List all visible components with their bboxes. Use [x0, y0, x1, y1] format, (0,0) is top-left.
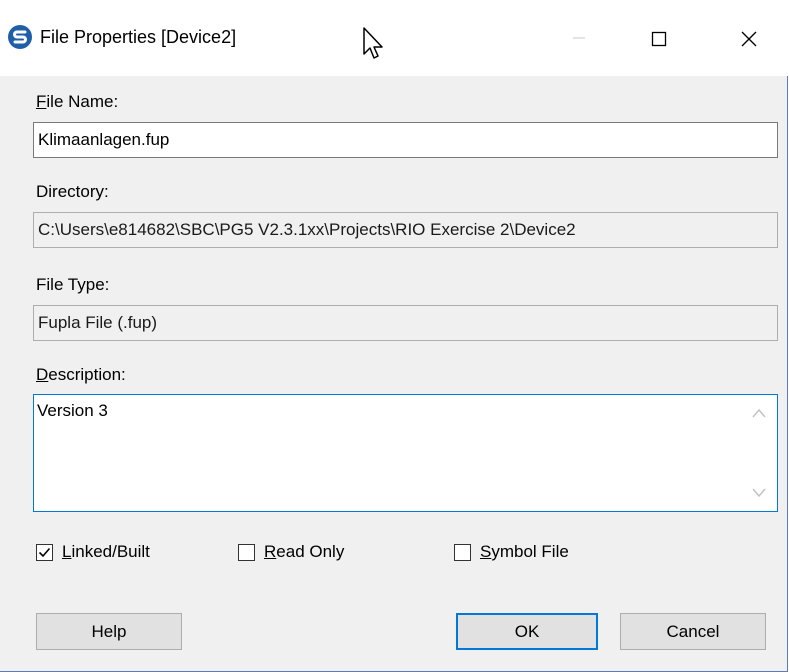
checkmark-icon: [38, 547, 51, 558]
maximize-icon: [651, 31, 667, 47]
description-scrollbar[interactable]: [741, 395, 777, 511]
checkbox-box[interactable]: [238, 544, 255, 561]
checkbox-label[interactable]: Read Only: [264, 542, 344, 562]
description-text[interactable]: Version 3: [37, 401, 108, 421]
title-bar[interactable]: File Properties [Device2]: [0, 0, 788, 76]
description-label: Description:: [36, 365, 126, 384]
checkbox-label[interactable]: Symbol File: [480, 542, 569, 562]
checkbox-box[interactable]: [454, 544, 471, 561]
scroll-down-icon[interactable]: [751, 487, 767, 499]
directory-field: C:\Users\e814682\SBC\PG5 V2.3.1xx\Projec…: [33, 212, 778, 248]
scroll-up-icon[interactable]: [751, 407, 767, 419]
cancel-button[interactable]: Cancel: [620, 613, 766, 650]
directory-label: Directory:: [36, 182, 109, 201]
minimize-icon: [573, 37, 585, 39]
minimize-button[interactable]: [557, 14, 601, 62]
file-type-label: File Type:: [36, 275, 110, 294]
checkbox-box[interactable]: [36, 544, 53, 561]
ok-button[interactable]: OK: [456, 613, 598, 650]
close-button[interactable]: [727, 14, 771, 62]
description-textarea[interactable]: Version 3: [33, 394, 778, 512]
mouse-cursor-icon: [363, 27, 383, 59]
checkbox-label[interactable]: Linked/Built: [62, 542, 150, 562]
file-properties-dialog: File Properties [Device2] File Name: Kli…: [0, 0, 788, 672]
close-icon: [741, 31, 757, 47]
help-button[interactable]: Help: [36, 613, 182, 650]
app-logo-icon: [8, 25, 32, 49]
file-type-field: Fupla File (.fup): [33, 305, 778, 341]
maximize-button[interactable]: [637, 14, 681, 62]
file-name-input[interactable]: Klimaanlagen.fup: [33, 122, 778, 158]
window-title: File Properties [Device2]: [40, 27, 237, 47]
file-name-label: File Name:: [36, 92, 119, 111]
